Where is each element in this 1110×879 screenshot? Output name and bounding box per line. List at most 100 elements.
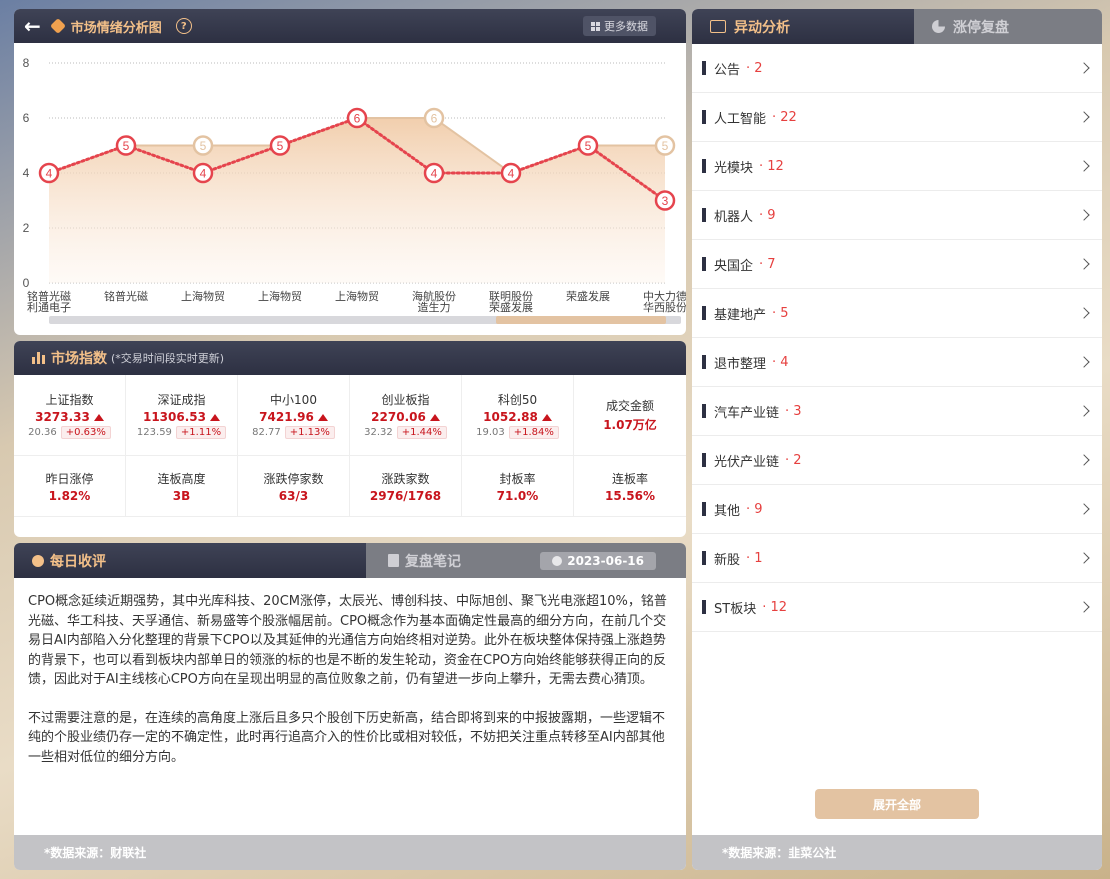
index-cell[interactable]: 创业板指 2270.06 32.32 +1.44% [350,375,462,456]
index-change: 19.03 +1.84% [476,426,559,439]
stat-cell: 封板率 71.0% [462,456,574,517]
bullet-mark [702,159,706,173]
list-item[interactable]: 公告 · 2 [692,44,1102,93]
stat-name: 涨跌家数 [381,471,430,486]
x-tick-label: 荣盛发展 [489,300,533,314]
index-cell[interactable]: 科创50 1052.88 19.03 +1.84% [462,375,574,456]
x-tick-label: 荣盛发展 [566,289,610,303]
list-item[interactable]: 人工智能 · 22 [692,93,1102,142]
tab-limit-up-review[interactable]: 涨停复盘 [914,9,1102,44]
list-item[interactable]: 基建地产 · 5 [692,289,1102,338]
review-paragraph: 不过需要注意的是，在连续的高角度上涨后且多只个股创下历史新高，结合即将到来的中报… [28,710,666,765]
list-item[interactable]: 光模块 · 12 [692,142,1102,191]
chevron-right-icon [1078,62,1090,74]
chevron-right-icon [1078,454,1090,466]
chevron-right-icon [1078,405,1090,417]
item-label: 退市整理 [714,356,767,372]
chart-title: 市场情绪分析图 [70,20,162,36]
bullet-mark [702,61,706,75]
index-change: 123.59 +1.11% [137,426,227,439]
bullet-mark [702,306,706,320]
review-tabs: 每日收评 复盘笔记 2023-06-16 [14,543,686,578]
stat-cell: 涨跌停家数 63/3 [238,456,350,517]
index-cell[interactable]: 深证成指 11306.53 123.59 +1.11% [126,375,238,456]
up-triangle-icon [317,414,328,421]
list-item[interactable]: 光伏产业链 · 2 [692,436,1102,485]
index-cell[interactable]: 上证指数 3273.33 20.36 +0.63% [14,375,126,456]
index-name: 创业板指 [381,393,430,407]
y-tick-label: 6 [23,111,30,125]
bullet-mark [702,257,706,271]
stat-name: 连板高度 [157,471,206,486]
trend-chart-icon [710,20,726,33]
tab-daily-review[interactable]: 每日收评 [14,543,366,578]
list-item[interactable]: 其他 · 9 [692,485,1102,534]
up-triangle-icon [210,414,220,421]
index-value: 7421.96 [259,410,328,424]
list-item[interactable]: 央国企 · 7 [692,240,1102,289]
x-tick-label: 海航股份 [412,289,456,303]
back-arrow-icon[interactable]: ← [24,16,41,36]
tab-anomaly-analysis[interactable]: 异动分析 [692,9,914,44]
x-tick-label: 华西股份 [643,300,686,314]
stat-cell: 昨日涨停 1.82% [14,456,126,517]
list-item[interactable]: 新股 · 1 [692,534,1102,583]
grid-icon [591,21,600,31]
market-index-panel: 市场指数 (*交易时间段实时更新) 上证指数 3273.33 20.36 +0.6… [14,341,686,537]
help-icon[interactable]: ? [175,18,192,34]
index-name: 深证成指 [157,393,206,407]
item-count: · 7 [759,256,776,272]
anomaly-panel: 异动分析 涨停复盘 公告 · 2 人工智能 · 22 光模块 · 12 机器人 · 9 … [692,9,1102,870]
index-name: 中小100 [270,393,317,407]
index-change: 32.32 +1.44% [364,426,447,439]
index-value: 11306.53 [143,410,220,424]
index-value: 2270.06 [371,410,440,424]
item-label: 光伏产业链 [714,454,780,470]
x-tick-label: 上海物贸 [181,289,225,303]
list-item[interactable]: ST板块 · 12 [692,583,1102,632]
stat-name: 涨跌停家数 [263,471,324,486]
item-count: · 2 [785,452,802,468]
tab-limit-up-label: 涨停复盘 [953,19,1009,36]
item-count: · 2 [746,60,763,76]
index-cell[interactable]: 中小100 7421.96 82.77 +1.13% [238,375,350,456]
bullet-mark [702,208,706,222]
list-item[interactable]: 汽车产业链 · 3 [692,387,1102,436]
stats-grid: 昨日涨停 1.82% 连板高度 3B 涨跌停家数 63/3 涨跌家数 2976/1768… [14,456,686,517]
y-tick-label: 8 [23,56,30,70]
item-count: · 3 [785,403,802,419]
review-paragraph: CPO概念延续近期强势，其中光库科技、20CM涨停，太辰光、博创科技、中际旭创、… [28,594,667,687]
tab-review-notes[interactable]: 复盘笔记 2023-06-16 [366,543,686,578]
stat-value: 15.56% [605,488,655,503]
x-tick-label: 利通电子 [27,301,71,314]
tab-anomaly-label: 异动分析 [734,19,790,36]
x-tick-label: 造生力 [418,300,451,314]
market-index-title: 市场指数 [51,351,107,367]
more-data-button[interactable]: 更多数据 [583,16,656,36]
stat-cell: 涨跌家数 2976/1768 [350,456,462,517]
item-label: 人工智能 [714,111,767,127]
item-count: · 9 [746,501,763,517]
stat-value: 2976/1768 [369,488,442,503]
data-label: 4 [508,167,515,181]
more-data-label: 更多数据 [604,20,648,33]
list-item[interactable]: 退市整理 · 4 [692,338,1102,387]
clock-icon [32,554,44,567]
index-name: 上证指数 [45,393,94,407]
item-label: ST板块 [714,601,757,617]
expand-all-button[interactable]: 展开全部 [815,789,979,819]
chevron-right-icon [1078,258,1090,270]
bullet-mark [702,600,706,614]
index-change: 20.36 +0.63% [28,426,111,439]
sentiment-chart-panel: ← 市场情绪分析图 ? 更多数据 0 2 4 6 8 5 6 5 4 5 4 5 6 4 4 5 3 铭普光磁 利通… [14,9,686,335]
item-count: · 4 [772,354,789,370]
date-picker[interactable]: 2023-06-16 [540,551,656,570]
diamond-icon [49,18,66,34]
y-tick-label: 2 [23,221,30,235]
list-item[interactable]: 机器人 · 9 [692,191,1102,240]
scrollbar-thumb [496,316,666,324]
data-label: 3 [662,194,669,208]
sentiment-line-chart: 02468565454564 453铭普光磁利通电子铭普光磁 上海物贸 上海物贸 上海物… [23,56,686,324]
stat-name: 昨日涨停 [45,471,94,486]
data-label: 6 [431,112,438,126]
